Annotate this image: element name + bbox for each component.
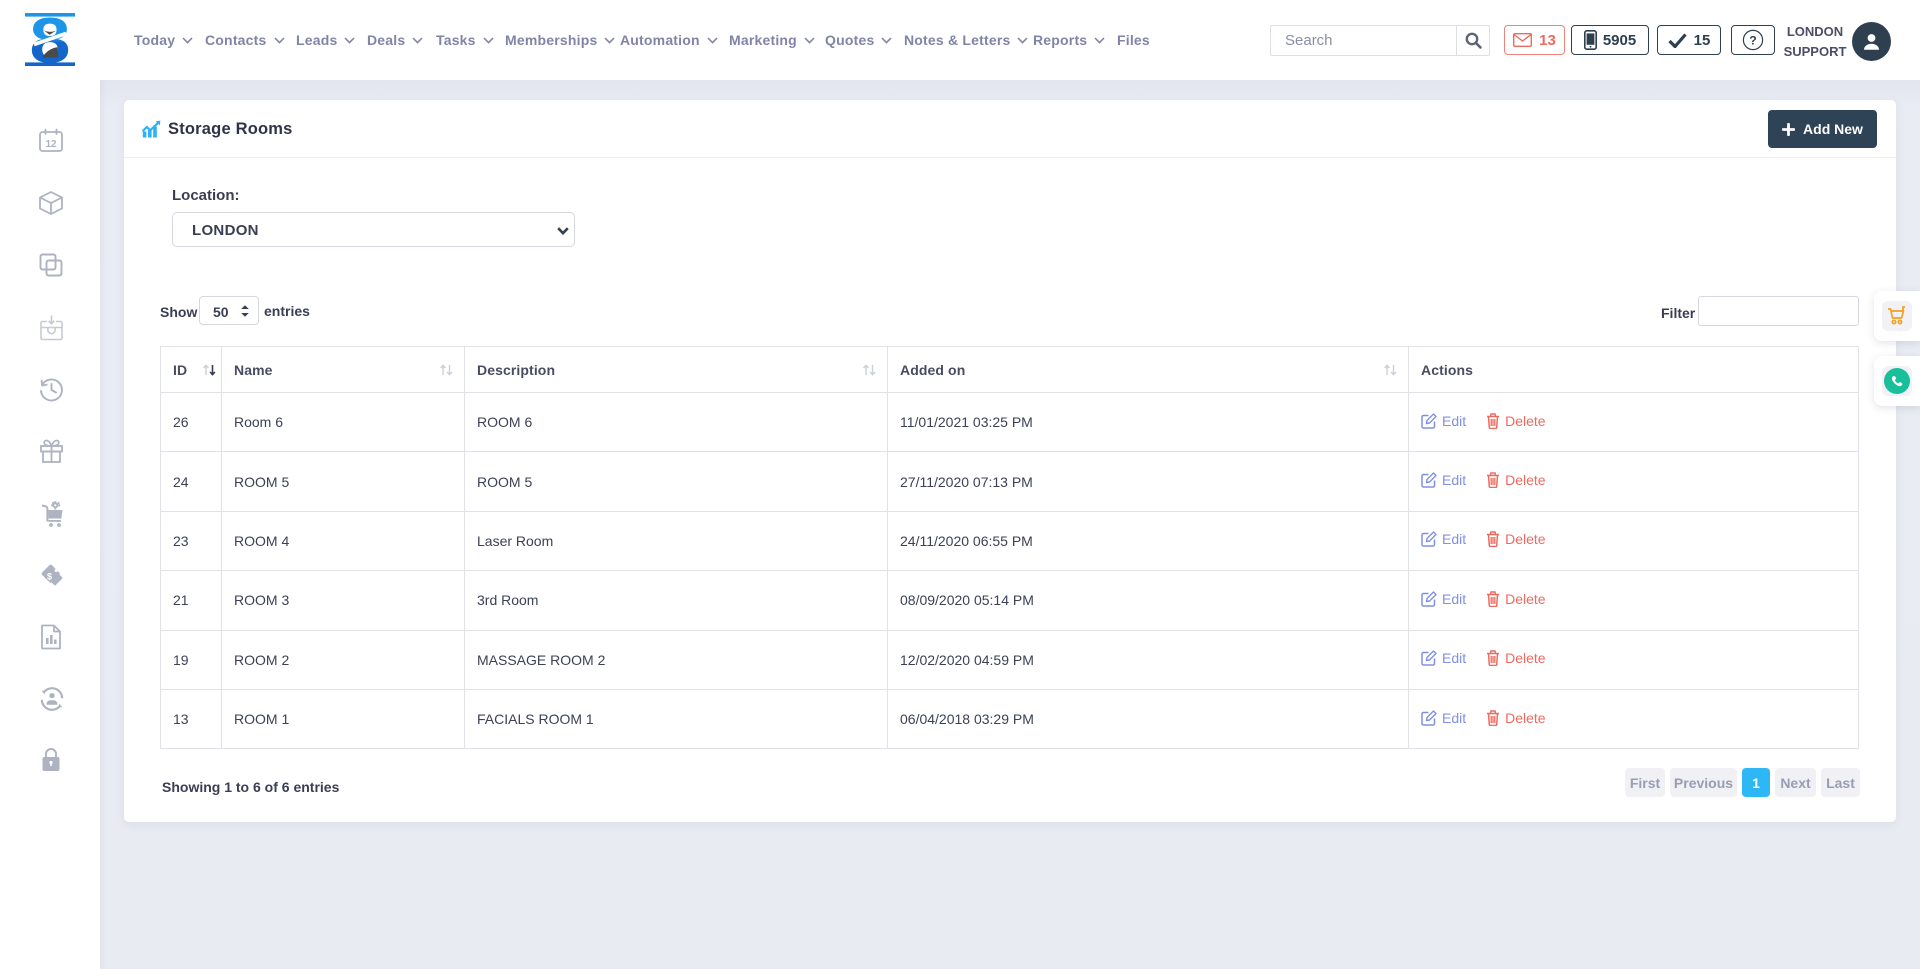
svg-text:$: $	[47, 572, 52, 582]
svg-text:?: ?	[1749, 33, 1756, 47]
svg-text:12: 12	[45, 139, 57, 150]
